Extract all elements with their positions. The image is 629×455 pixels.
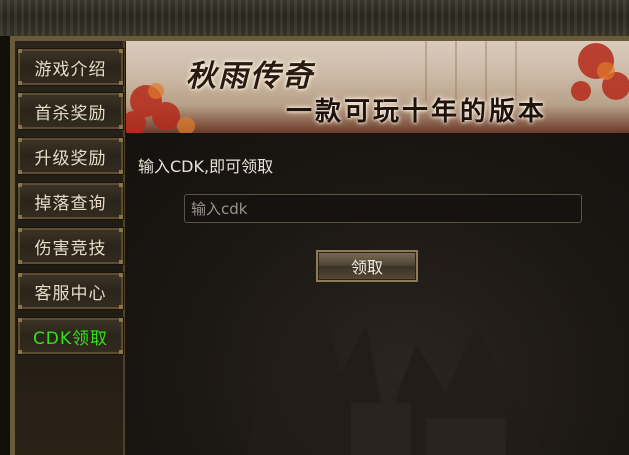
sidebar-item-label: 客服中心: [34, 283, 107, 304]
sidebar-item-label: 游戏介绍: [34, 59, 107, 80]
sidebar-item-level-reward[interactable]: 升级奖励: [17, 137, 124, 175]
sidebar-item-label: 伤害竞技: [34, 238, 107, 259]
banner-title: 秋雨传奇: [186, 59, 314, 94]
sidebar-item-cdk-claim[interactable]: CDK领取: [17, 317, 124, 355]
sidebar-item-label: 升级奖励: [34, 148, 107, 169]
sidebar: 游戏介绍 首杀奖励 升级奖励 掉落查询 伤害竞技 客服中心 CDK领取: [15, 41, 125, 455]
background-scenery: [246, 283, 546, 455]
claim-button[interactable]: 领取: [316, 250, 418, 282]
sidebar-item-first-kill-reward[interactable]: 首杀奖励: [17, 92, 124, 130]
banner: 秋雨传奇 一款可玩十年的版本: [126, 41, 629, 133]
sidebar-item-damage-contest[interactable]: 伤害竞技: [17, 227, 124, 265]
sidebar-item-drop-query[interactable]: 掉落查询: [17, 182, 124, 220]
sidebar-item-customer-service[interactable]: 客服中心: [17, 272, 124, 310]
sidebar-item-label: 首杀奖励: [34, 103, 107, 124]
sidebar-item-label: 掉落查询: [34, 193, 107, 214]
sidebar-item-label: CDK领取: [32, 328, 109, 349]
banner-subtitle: 一款可玩十年的版本: [286, 97, 548, 127]
sidebar-item-game-intro[interactable]: 游戏介绍: [17, 48, 124, 86]
cdk-prompt: 输入CDK,即可领取: [138, 157, 274, 176]
cdk-panel: 输入CDK,即可领取 领取: [126, 133, 629, 455]
cdk-input[interactable]: [184, 194, 582, 223]
top-scenery-strip: [0, 0, 629, 36]
